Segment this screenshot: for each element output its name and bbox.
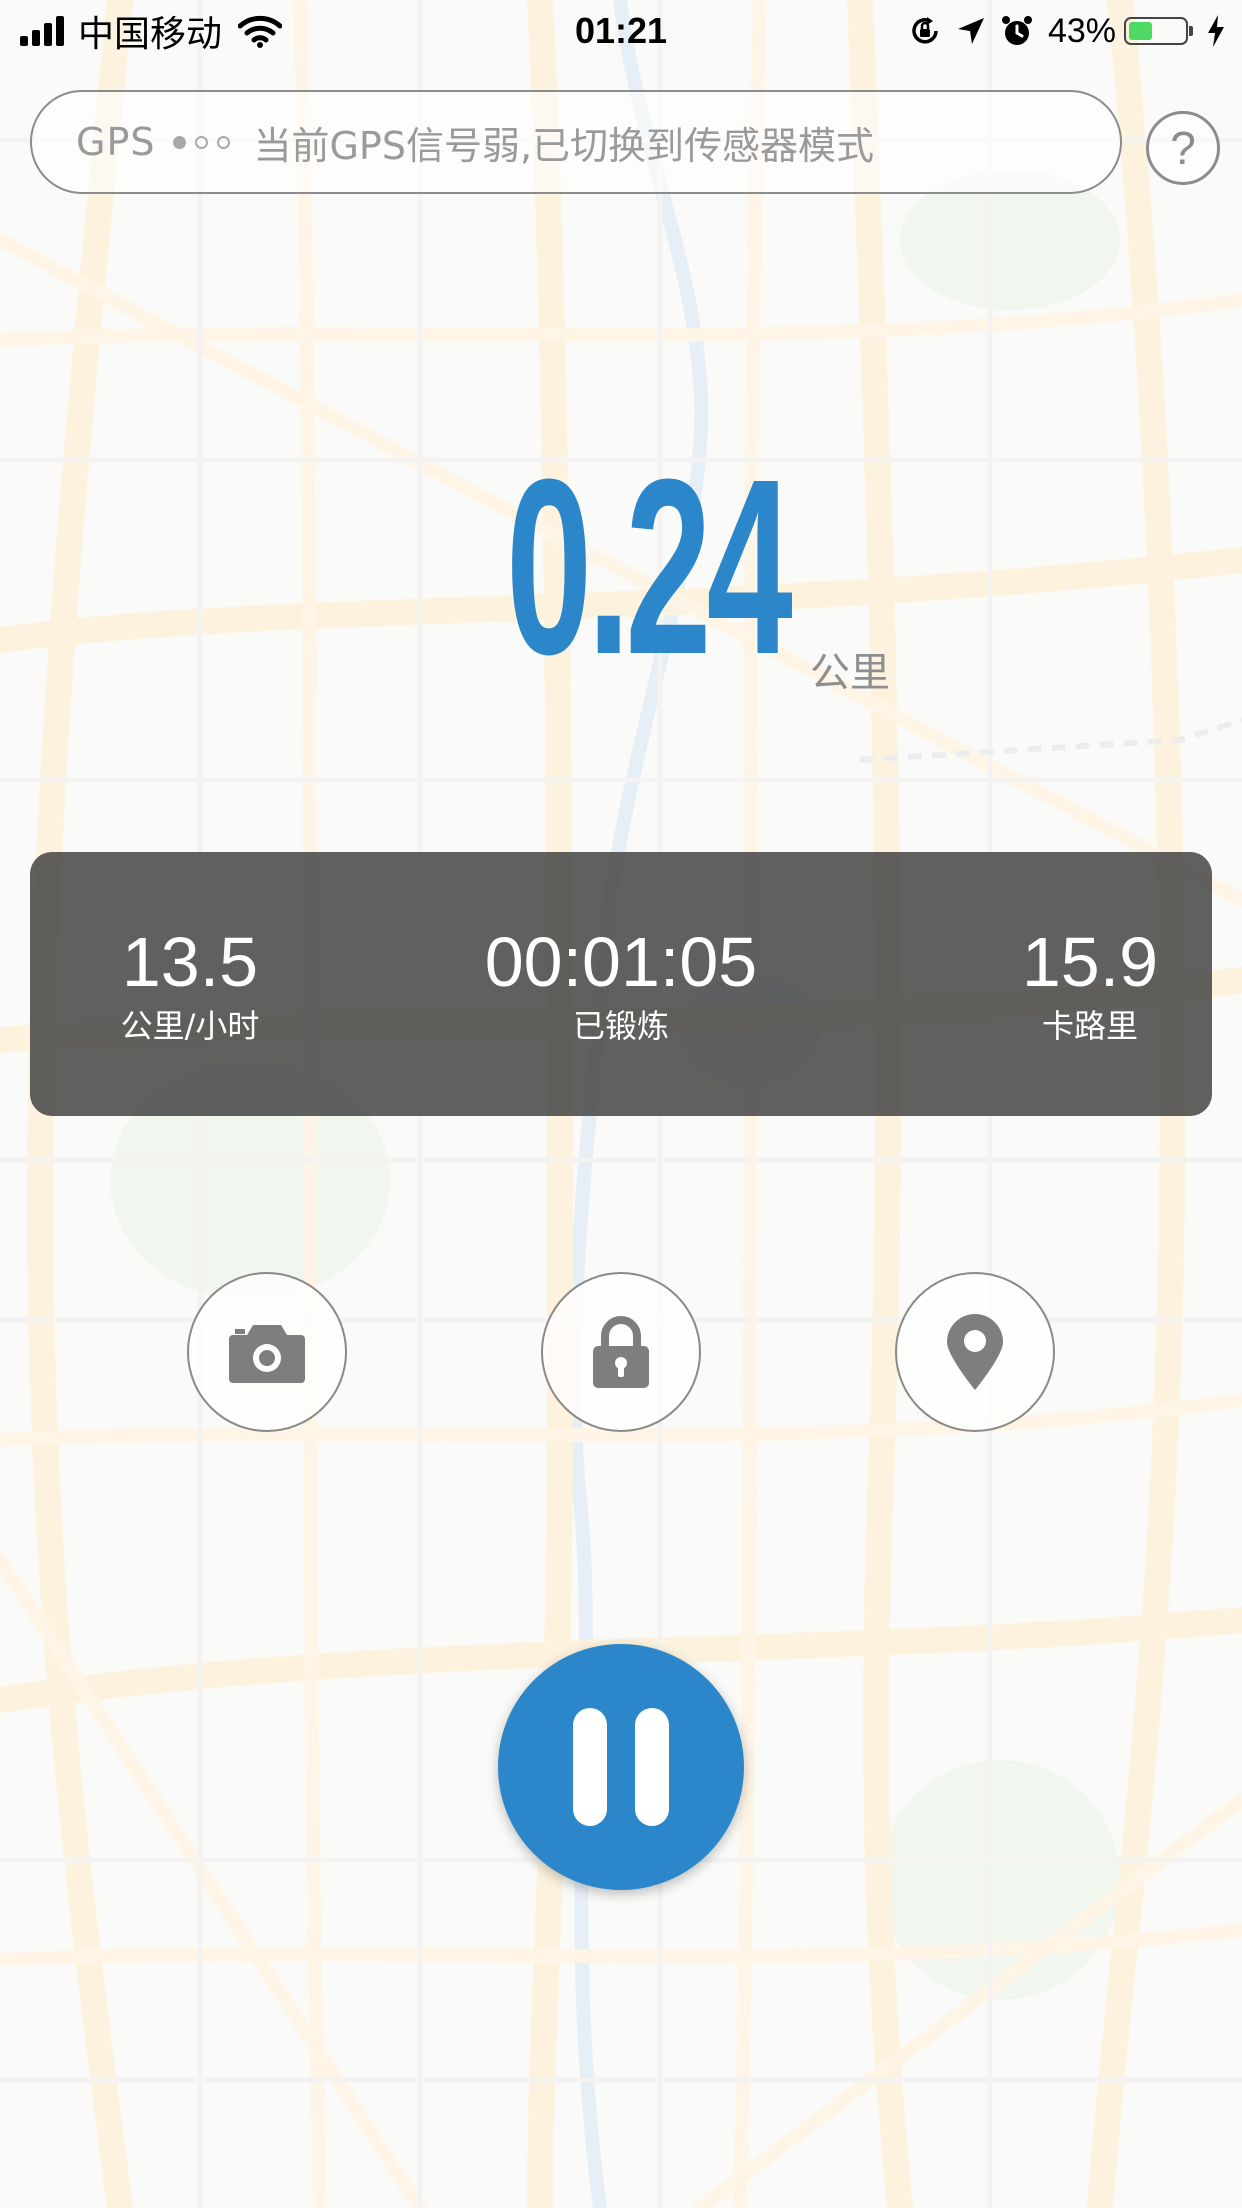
status-right: 43%	[894, 8, 1226, 54]
locate-button[interactable]	[895, 1272, 1055, 1432]
calories-label: 卡路里	[1041, 1007, 1138, 1045]
duration-value: 00:01:05	[484, 923, 758, 1001]
speed-label: 公里/小时	[120, 1007, 260, 1045]
lock-button[interactable]	[541, 1272, 701, 1432]
duration-stat: 00:01:05 已锻炼	[451, 924, 791, 1048]
battery-icon	[1124, 17, 1193, 45]
charging-icon	[1208, 15, 1224, 47]
pause-icon	[635, 1708, 669, 1826]
pause-button[interactable]	[498, 1644, 744, 1890]
camera-icon	[229, 1325, 305, 1383]
duration-label: 已锻炼	[572, 1007, 669, 1045]
rotation-lock-icon	[912, 17, 938, 44]
calories-stat: 15.9 卡路里	[990, 924, 1190, 1048]
gps-message: 当前GPS信号弱,已切换到传感器模式	[253, 123, 875, 168]
gps-signal-dot	[173, 135, 187, 149]
gps-status-bar[interactable]: GPS 当前GPS信号弱,已切换到传感器模式	[30, 90, 1122, 194]
alarm-icon	[1001, 16, 1032, 45]
battery-level	[1129, 22, 1152, 40]
pause-icon	[573, 1708, 607, 1826]
status-bar: 中国移动 01:21 43%	[0, 0, 1242, 62]
distance-unit: 公里	[810, 650, 890, 696]
distance-value: 0.24	[506, 427, 793, 706]
gps-signal-dot	[195, 135, 209, 149]
battery-percent: 43%	[1047, 11, 1116, 50]
stats-panel: 13.5 公里/小时 00:01:05 已锻炼 15.9 卡路里	[30, 852, 1212, 1116]
gps-label: GPS	[76, 120, 156, 164]
speed-value: 13.5	[121, 923, 259, 1001]
gps-signal-dot	[217, 135, 231, 149]
speed-stat: 13.5 公里/小时	[80, 924, 300, 1048]
help-button[interactable]: ?	[1146, 111, 1220, 185]
gps-signal-dots	[173, 135, 239, 149]
camera-button[interactable]	[187, 1272, 347, 1432]
calories-value: 15.9	[1021, 923, 1159, 1001]
location-pin-icon	[947, 1314, 1003, 1390]
location-arrow-icon	[957, 18, 984, 44]
lock-icon	[593, 1316, 649, 1388]
